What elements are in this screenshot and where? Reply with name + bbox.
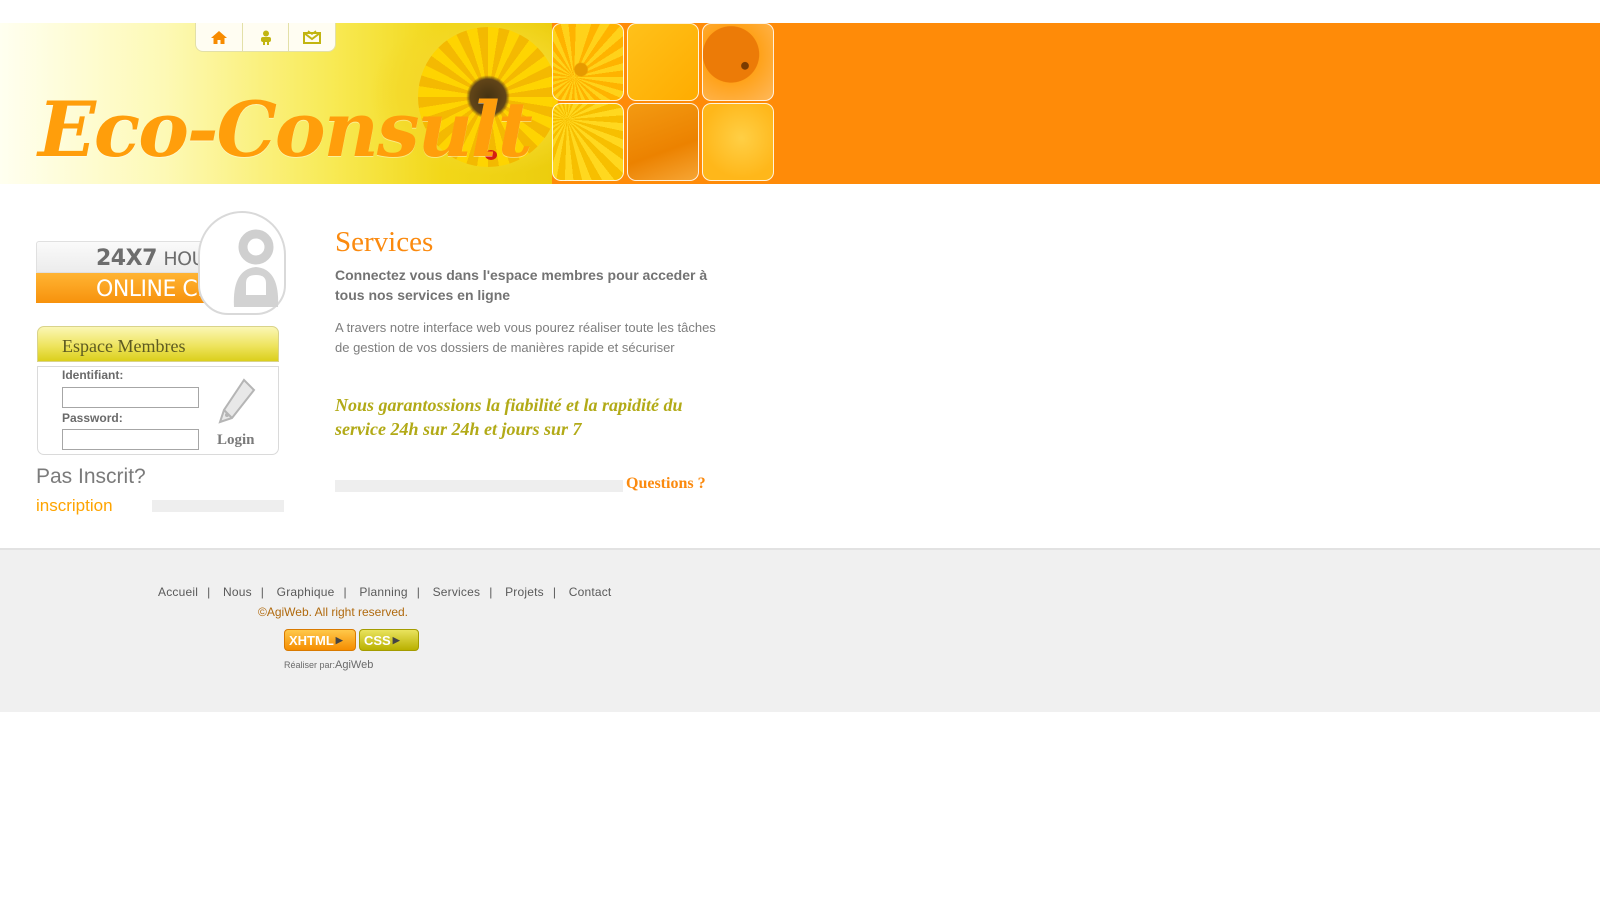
footer-link-planning[interactable]: Planning: [359, 585, 407, 599]
nav-about[interactable]: [243, 23, 290, 51]
top-icon-nav: [195, 23, 336, 52]
chat-person-icon: [233, 229, 279, 307]
pen-icon: [218, 378, 256, 424]
user-icon: [260, 30, 271, 45]
xhtml-badge-label: XHTML: [289, 632, 334, 648]
home-icon: [210, 30, 227, 44]
xhtml-valid-badge[interactable]: XHTML ▶: [284, 629, 356, 651]
nav-contact[interactable]: [289, 23, 335, 51]
questions-link[interactable]: Questions ?: [626, 475, 706, 493]
arrow-icon: ▶: [335, 634, 343, 645]
css-valid-badge[interactable]: CSS ▶: [359, 629, 419, 651]
divider-bar: [335, 480, 623, 492]
made-by: Réaliser par:AgiWeb: [284, 659, 373, 671]
separator: |: [343, 585, 347, 599]
mail-icon: [303, 30, 322, 44]
separator: |: [416, 585, 421, 599]
username-input[interactable]: [62, 387, 199, 408]
photo-tile: [702, 103, 774, 181]
services-lead: Connectez vous dans l'espace membres pou…: [335, 267, 708, 303]
services-body: A travers notre interface web vous poure…: [335, 320, 716, 355]
made-by-name[interactable]: AgiWeb: [335, 659, 373, 671]
footer-link-services[interactable]: Services: [433, 585, 481, 599]
footer-link-contact[interactable]: Contact: [569, 585, 612, 599]
photo-tile: [702, 23, 774, 101]
footer-nav: Accueil | Nous | Graphique | Planning | Serv…: [158, 585, 611, 599]
separator: |: [552, 585, 557, 599]
separator: |: [260, 585, 265, 599]
footer-link-accueil[interactable]: Accueil: [158, 585, 198, 599]
photo-tile: [552, 23, 624, 101]
photo-tile: [627, 103, 699, 181]
footer-link-graphique[interactable]: Graphique: [277, 585, 335, 599]
separator: |: [489, 585, 493, 599]
login-label[interactable]: Login: [217, 432, 255, 449]
members-title: Espace Membres: [62, 336, 186, 356]
arrow-icon: ▶: [392, 634, 400, 645]
password-input[interactable]: [62, 429, 199, 450]
separator: |: [207, 585, 211, 599]
photo-tile: [627, 23, 699, 101]
nav-home[interactable]: [196, 23, 243, 51]
register-link[interactable]: inscription: [36, 496, 113, 516]
site-logo[interactable]: Eco-Consult: [38, 85, 533, 174]
services-tagline: Nous garantossions la fiabilité et la ra…: [335, 395, 683, 439]
footer: [0, 548, 1600, 712]
copyright-text: ©AgiWeb. All right reserved.: [258, 605, 409, 619]
divider-bar: [152, 500, 284, 512]
password-label: Password:: [62, 411, 123, 425]
made-by-prefix: Réaliser par:: [284, 660, 336, 670]
page-title: Services: [335, 226, 434, 258]
photo-tile: [552, 103, 624, 181]
online-chat-banner[interactable]: 24X7 HOURS ONLINE CHAT: [36, 211, 286, 318]
username-label: Identifiant:: [62, 368, 124, 382]
css-badge-label: CSS: [364, 632, 391, 648]
footer-link-nous[interactable]: Nous: [223, 585, 252, 599]
register-question: Pas Inscrit?: [36, 465, 146, 488]
footer-link-projets[interactable]: Projets: [505, 585, 544, 599]
